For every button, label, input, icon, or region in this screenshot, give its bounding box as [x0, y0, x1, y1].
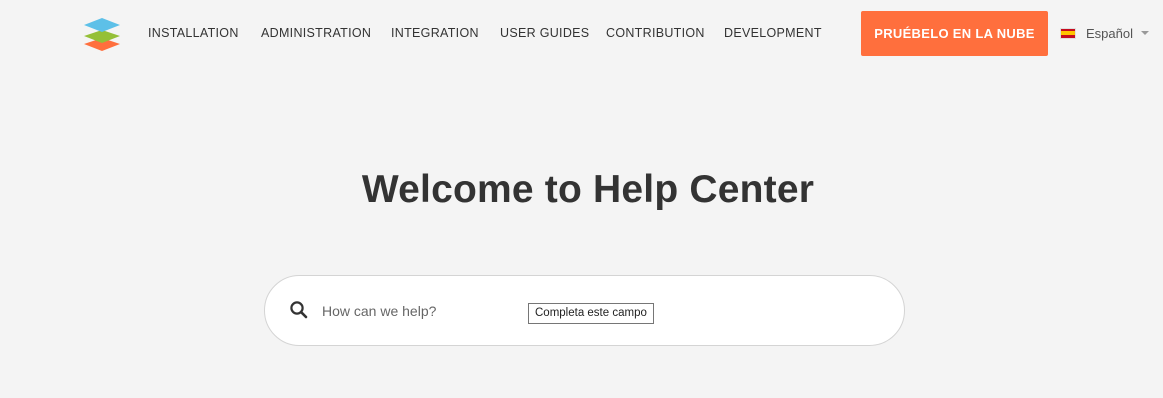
- header: INSTALLATION ADMINISTRATION INTEGRATION …: [0, 0, 1163, 66]
- logo-icon[interactable]: [82, 16, 122, 52]
- page-title: Welcome to Help Center: [361, 168, 815, 211]
- nav-item-user-guides[interactable]: USER GUIDES: [500, 26, 589, 40]
- nav-item-contribution[interactable]: CONTRIBUTION: [606, 26, 705, 40]
- search-input[interactable]: [320, 296, 524, 326]
- language-selector[interactable]: Español: [1060, 24, 1149, 42]
- search-box: Completa este campo: [264, 275, 905, 346]
- language-label: Español: [1086, 25, 1133, 41]
- chevron-down-icon: [1140, 31, 1149, 35]
- nav-item-installation[interactable]: INSTALLATION: [148, 26, 239, 40]
- nav-item-integration[interactable]: INTEGRATION: [391, 26, 479, 40]
- nav-item-administration[interactable]: ADMINISTRATION: [261, 26, 371, 40]
- validation-tooltip: Completa este campo: [528, 303, 654, 324]
- nav-item-development[interactable]: DEVELOPMENT: [724, 26, 822, 40]
- spain-flag-icon: [1060, 27, 1076, 39]
- try-in-cloud-button[interactable]: PRUÉBELO EN LA NUBE: [861, 11, 1048, 56]
- search-icon[interactable]: [289, 300, 309, 320]
